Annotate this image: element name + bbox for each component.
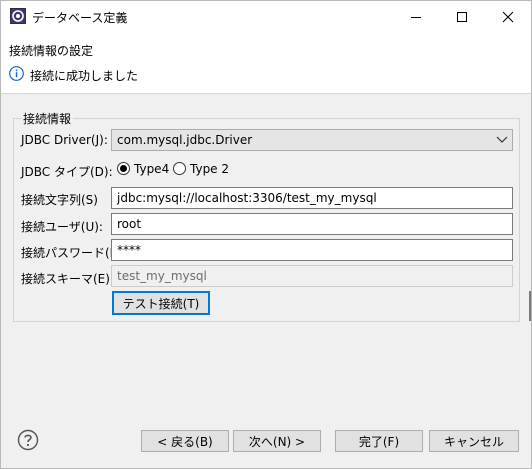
password-field[interactable]: **** [111,239,513,261]
jdbc-type-label: JDBC タイプ(D): [21,165,113,179]
page-title: 接続情報の設定 [9,44,94,58]
close-icon [502,11,514,22]
close-button[interactable] [485,1,531,32]
minimize-icon [411,16,421,18]
group-legend: 接続情報 [21,110,74,127]
dialog-window: データベース定義 接続情報の設定 接続に成功しました 接続情報 JDBC Dri… [0,0,532,469]
password-label: 接続パスワード(P): [21,246,126,260]
url-label: 接続文字列(S) [21,193,98,207]
radio-type4[interactable] [117,162,130,175]
maximize-button[interactable] [439,1,485,32]
radio-selected-dot [120,165,127,172]
minimize-button[interactable] [393,1,439,32]
url-value: jdbc:mysql://localhost:3306/test_my_mysq… [117,191,377,205]
chevron-down-icon [496,136,508,143]
radio-type2[interactable] [173,162,186,175]
title-bar[interactable]: データベース定義 [1,1,531,32]
window-title: データベース定義 [32,11,128,25]
user-value: root [117,217,142,231]
back-button[interactable]: < 戻る(B) [141,430,229,452]
maximize-icon [457,11,467,22]
user-field[interactable]: root [111,213,513,235]
radio-type2-label[interactable]: Type 2 [190,162,229,176]
schema-field: test_my_mysql [111,265,513,287]
help-icon[interactable] [17,429,39,451]
finish-button[interactable]: 完了(F) [335,430,423,452]
schema-value: test_my_mysql [117,269,207,283]
driver-select[interactable]: com.mysql.jdbc.Driver [111,129,513,151]
info-icon [9,66,24,81]
cancel-button[interactable]: キャンセル [429,430,519,452]
radio-type4-label[interactable]: Type4 [134,162,169,176]
schema-label: 接続スキーマ(E): [21,272,114,286]
user-label: 接続ユーザ(U): [21,220,103,234]
wizard-header: 接続情報の設定 接続に成功しました [1,32,531,94]
url-field[interactable]: jdbc:mysql://localhost:3306/test_my_mysq… [111,187,513,209]
status-message: 接続に成功しました [30,69,139,83]
driver-label: JDBC Driver(J): [21,133,108,147]
edge-marker [529,291,531,321]
password-value: **** [117,243,141,257]
next-button[interactable]: 次へ(N) > [233,430,321,452]
database-app-icon [10,8,26,24]
test-connection-button[interactable]: テスト接続(T) [112,291,210,315]
driver-value: com.mysql.jdbc.Driver [117,133,253,147]
